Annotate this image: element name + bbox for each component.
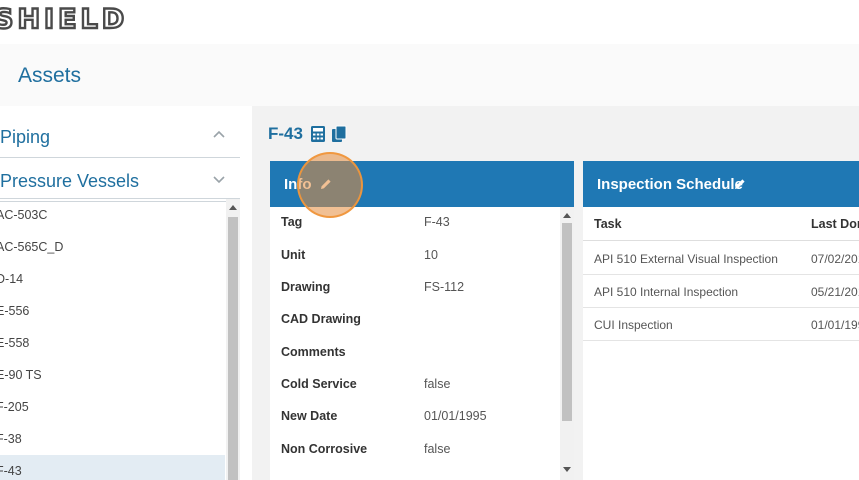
scroll-thumb[interactable]	[228, 217, 238, 480]
page-title: Assets	[18, 64, 82, 87]
info-row: New Date 01/01/1995	[281, 409, 487, 423]
list-item-selected[interactable]: F-43	[0, 455, 225, 480]
info-row: Comments	[281, 345, 346, 359]
list-item[interactable]: F-205	[0, 391, 225, 423]
info-row: Non Corrosive false	[281, 442, 451, 456]
column-header-task[interactable]: Task	[594, 217, 622, 231]
scroll-up-icon[interactable]	[229, 205, 237, 210]
asset-list: AC-503C AC-565C_D D-14 E-556 E-558 E-90 …	[0, 198, 240, 480]
click-indicator	[297, 152, 363, 218]
list-item[interactable]: AC-565C_D	[0, 231, 225, 263]
info-row: CAD Drawing	[281, 312, 361, 326]
scroll-down-icon[interactable]	[563, 467, 571, 472]
table-row[interactable]: API 510 External Visual Inspection 07/02…	[583, 242, 859, 275]
title-bar: Assets	[0, 44, 859, 106]
info-row: Unit 10	[281, 248, 438, 262]
shield-logo: SHIELD	[0, 3, 129, 36]
asset-title: F-43	[268, 124, 303, 143]
list-item[interactable]: E-558	[0, 327, 225, 359]
chevron-down-icon[interactable]	[212, 172, 226, 186]
table-row[interactable]: API 510 Internal Inspection 05/21/2018	[583, 275, 859, 308]
list-item[interactable]: F-38	[0, 423, 225, 455]
edit-pencil-icon[interactable]	[734, 178, 746, 190]
schedule-panel-header: Inspection Schedule	[583, 161, 859, 207]
list-item[interactable]: AC-503C	[0, 199, 225, 231]
scroll-thumb[interactable]	[562, 223, 572, 421]
table-row[interactable]: CUI Inspection 01/01/1995	[583, 308, 859, 341]
info-scrollbar[interactable]	[560, 207, 574, 480]
list-item[interactable]: D-14	[0, 263, 225, 295]
schedule-panel-title: Inspection Schedule	[597, 176, 743, 193]
category-label: Piping	[0, 127, 51, 147]
list-item[interactable]: E-90 TS	[0, 359, 225, 391]
top-bar: SHIELD	[0, 0, 859, 44]
info-row: Cold Service false	[281, 377, 451, 391]
table-header: Task Last Done	[583, 207, 859, 241]
chevron-up-icon[interactable]	[212, 128, 226, 142]
sidebar: Piping Pressure Vessels AC-503C AC-565C_…	[0, 106, 252, 480]
category-label: Pressure Vessels	[0, 171, 140, 191]
column-header-last-done[interactable]: Last Done	[811, 217, 859, 231]
calculator-icon[interactable]	[310, 125, 326, 143]
list-item[interactable]: E-556	[0, 295, 225, 327]
inspection-schedule-panel: Inspection Schedule Task Last Done API 5…	[583, 161, 859, 480]
category-pressure-vessels[interactable]: Pressure Vessels	[0, 158, 240, 202]
category-piping[interactable]: Piping	[0, 114, 240, 158]
info-row: Drawing FS-112	[281, 280, 465, 294]
copy-icon[interactable]	[331, 125, 347, 143]
scroll-up-icon[interactable]	[563, 213, 571, 218]
asset-list-scrollbar[interactable]	[226, 199, 240, 480]
